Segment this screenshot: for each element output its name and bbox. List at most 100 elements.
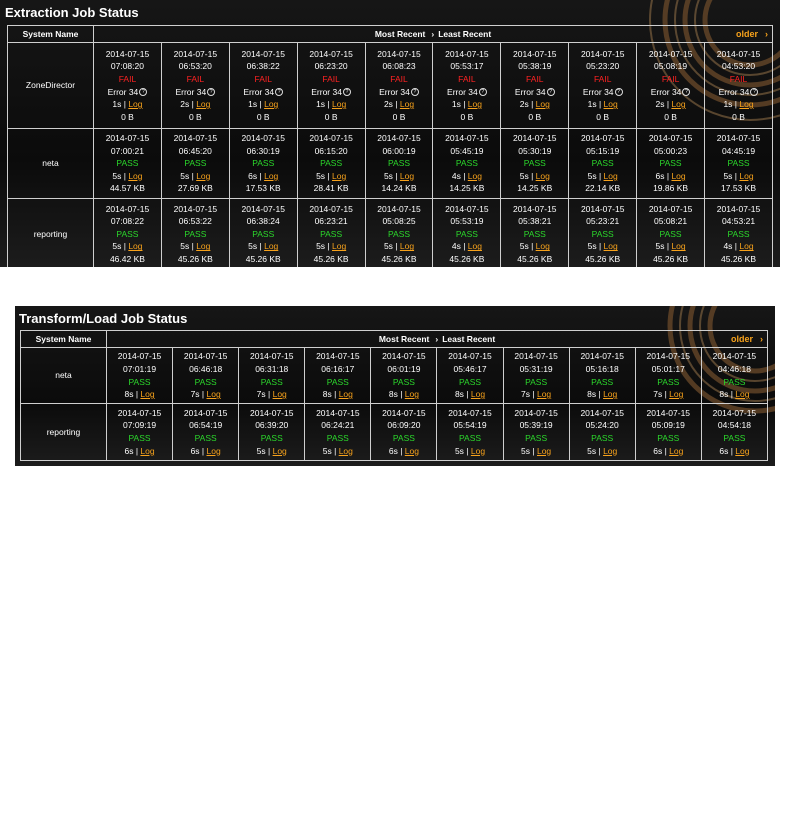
log-link[interactable]: Log	[671, 171, 685, 181]
log-link[interactable]: Log	[739, 241, 753, 251]
pipe-separator: |	[596, 99, 604, 110]
question-circle-icon[interactable]: ?	[139, 88, 148, 97]
run-duration: 6s	[248, 170, 258, 181]
log-link[interactable]: Log	[207, 446, 221, 456]
status-badge: PASS	[657, 376, 680, 387]
run-date: 2014-07-15	[105, 203, 150, 214]
log-link[interactable]: Log	[739, 171, 753, 181]
log-link[interactable]: Log	[140, 446, 154, 456]
run-date: 2014-07-15	[241, 203, 285, 214]
duration-log-line: 5s | Log	[569, 240, 636, 253]
log-link[interactable]: Log	[400, 171, 414, 181]
run-time: 07:08:22	[110, 216, 144, 227]
most-recent-label: Most Recent	[374, 28, 426, 39]
log-link[interactable]: Log	[400, 99, 414, 109]
run-duration: 6s	[653, 445, 663, 456]
log-link[interactable]: Log	[264, 171, 278, 181]
log-link[interactable]: Log	[128, 171, 142, 181]
log-link[interactable]: Log	[273, 389, 287, 399]
log-link[interactable]: Log	[332, 99, 346, 109]
pipe-separator: |	[596, 170, 604, 181]
question-circle-icon[interactable]: ?	[207, 88, 216, 97]
status-badge: PASS	[727, 228, 750, 239]
log-link[interactable]: Log	[468, 171, 482, 181]
log-link[interactable]: Log	[537, 446, 551, 456]
log-link[interactable]: Log	[273, 446, 287, 456]
log-link[interactable]: Log	[671, 99, 685, 109]
log-link[interactable]: Log	[669, 389, 683, 399]
log-link[interactable]: Log	[735, 389, 749, 399]
run-cell: 2014-07-15 05:23:21 PASS 5s | Log 45.26 KB	[568, 198, 638, 267]
log-link[interactable]: Log	[339, 389, 353, 399]
log-link[interactable]: Log	[604, 171, 618, 181]
status-badge: PASS	[458, 433, 482, 443]
log-link[interactable]: Log	[400, 241, 414, 251]
log-link[interactable]: Log	[128, 241, 142, 251]
log-link[interactable]: Log	[207, 389, 221, 399]
log-link[interactable]: Log	[471, 446, 485, 456]
log-link[interactable]: Log	[735, 446, 749, 456]
log-link[interactable]: Log	[536, 171, 550, 181]
run-time: 05:39:19	[519, 420, 553, 431]
run-cell: 2014-07-15 06:23:20 FAIL Error 34? 1s | Log 0…	[296, 42, 366, 129]
pipe-separator: |	[397, 389, 405, 400]
log-link[interactable]: Log	[140, 389, 154, 399]
duration-log-line: 2s | Log	[366, 98, 433, 111]
duration-log-line: 5s | Log	[162, 240, 229, 253]
log-link[interactable]: Log	[332, 241, 346, 251]
log-link[interactable]: Log	[196, 171, 210, 181]
log-link[interactable]: Log	[739, 99, 753, 109]
log-link[interactable]: Log	[128, 99, 142, 109]
run-date: 2014-07-15	[309, 133, 353, 144]
log-link[interactable]: Log	[603, 446, 617, 456]
log-link[interactable]: Log	[604, 241, 618, 251]
system-name-cell: neta	[20, 347, 107, 404]
question-circle-icon[interactable]: ?	[410, 88, 419, 97]
run-cell: 2014-07-15 06:53:20 FAIL Error 34? 2s | Log 0…	[160, 42, 230, 129]
log-link[interactable]: Log	[603, 389, 617, 399]
log-link[interactable]: Log	[468, 241, 482, 251]
question-circle-icon[interactable]: ?	[275, 88, 284, 97]
table-row: ZoneDirector 2014-07-15 07:08:20 FAIL Error …	[7, 42, 773, 129]
question-circle-icon[interactable]: ?	[614, 88, 623, 97]
log-link[interactable]: Log	[471, 389, 485, 399]
log-link[interactable]: Log	[604, 99, 618, 109]
older-link[interactable]: older ›	[731, 333, 763, 346]
log-link[interactable]: Log	[536, 99, 550, 109]
pipe-separator: |	[460, 99, 468, 110]
log-link[interactable]: Log	[196, 241, 210, 251]
run-cell: 2014-07-15 05:08:19 FAIL Error 34? 2s | Log 0…	[636, 42, 706, 129]
log-link[interactable]: Log	[669, 446, 683, 456]
run-cell: 2014-07-15 05:15:19 PASS 5s | Log 22.14 KB	[568, 128, 638, 199]
log-link[interactable]: Log	[339, 446, 353, 456]
system-name-header: System Name	[7, 25, 94, 43]
status-badge: PASS	[326, 376, 349, 387]
question-circle-icon[interactable]: ?	[546, 88, 555, 97]
duration-log-line: 5s | Log	[230, 240, 297, 253]
log-link[interactable]: Log	[468, 99, 482, 109]
older-link[interactable]: older ›	[736, 28, 768, 41]
run-duration: 2s	[180, 99, 190, 110]
system-name-cell: reporting	[7, 198, 94, 267]
log-link[interactable]: Log	[264, 99, 278, 109]
log-link[interactable]: Log	[537, 389, 551, 399]
question-circle-icon[interactable]: ?	[478, 88, 487, 97]
question-circle-icon[interactable]: ?	[750, 88, 759, 97]
log-link[interactable]: Log	[196, 99, 210, 109]
log-link[interactable]: Log	[405, 446, 419, 456]
log-link[interactable]: Log	[405, 389, 419, 399]
run-duration: 5s	[383, 241, 393, 252]
pipe-separator: |	[199, 389, 207, 400]
log-link[interactable]: Log	[264, 241, 278, 251]
question-circle-icon[interactable]: ?	[682, 88, 691, 97]
log-link[interactable]: Log	[671, 241, 685, 251]
run-cell: 2014-07-15 07:08:20 FAIL Error 34? 1s | Log 0…	[93, 42, 162, 129]
run-date: 2014-07-15	[382, 407, 426, 418]
run-time: 05:08:19	[654, 61, 688, 72]
run-time: 05:00:23	[654, 145, 688, 156]
log-link[interactable]: Log	[536, 241, 550, 251]
log-link[interactable]: Log	[332, 171, 346, 181]
run-time: 06:38:24	[246, 216, 280, 227]
question-circle-icon[interactable]: ?	[342, 88, 351, 97]
run-duration: 4s	[451, 241, 461, 252]
